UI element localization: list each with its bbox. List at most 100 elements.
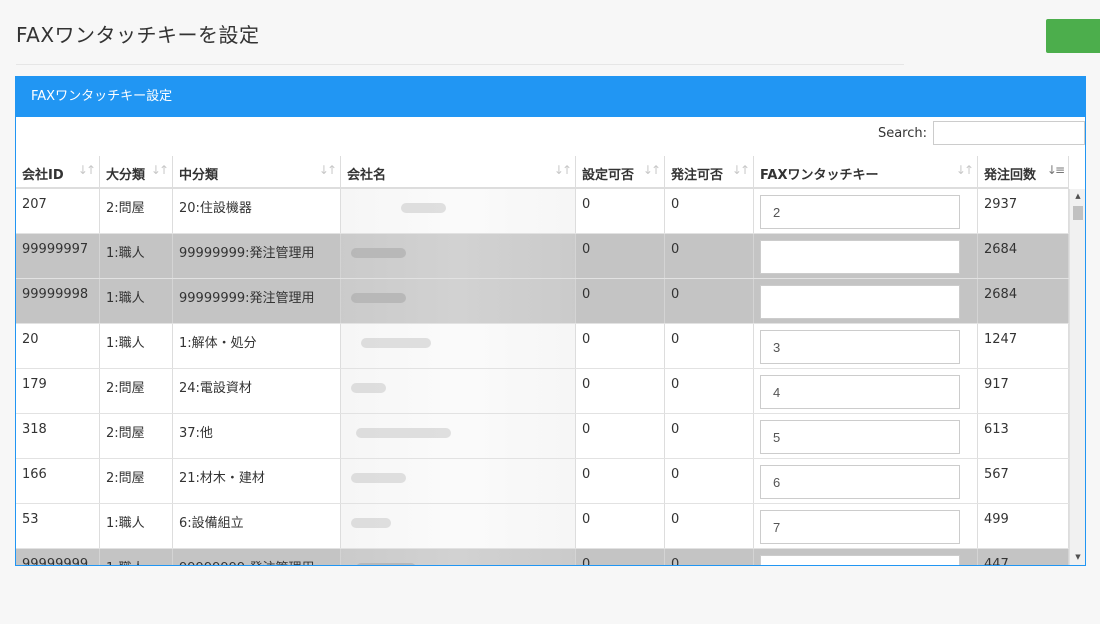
cell-middle-category: 99999999:発注管理用	[173, 549, 341, 565]
cell-company-name-redacted	[341, 414, 576, 458]
fax-key-input[interactable]	[760, 420, 960, 454]
column-header-fax-one-touch-key[interactable]: FAXワンタッチキー ↓↑	[754, 156, 978, 187]
panel-heading: FAXワンタッチキー設定	[16, 77, 1085, 117]
cell-company-id: 99999998	[16, 279, 100, 323]
search-label: Search:	[877, 125, 927, 141]
search-input[interactable]	[933, 121, 1085, 145]
cell-middle-category: 21:材木・建材	[173, 459, 341, 503]
cell-major-category: 2:問屋	[100, 414, 173, 458]
sort-both-icon: ↓↑	[318, 163, 337, 177]
cell-major-category: 2:問屋	[100, 189, 173, 233]
table-body: 207 2:問屋 20:住設機器 0 0 2937 99999997 1:職人 …	[16, 189, 1069, 565]
cell-order-count: 2937	[978, 189, 1069, 233]
sort-both-icon: ↓↑	[731, 163, 750, 177]
cell-middle-category: 24:電設資材	[173, 369, 341, 413]
sort-desc-icon: ↓≡	[1046, 163, 1065, 177]
cell-middle-category: 37:他	[173, 414, 341, 458]
cell-company-id: 207	[16, 189, 100, 233]
cell-company-id: 53	[16, 504, 100, 548]
cell-middle-category: 1:解体・処分	[173, 324, 341, 368]
cell-company-id: 20	[16, 324, 100, 368]
column-header-company-name[interactable]: 会社名 ↓↑	[341, 156, 576, 187]
column-header-major-category[interactable]: 大分類 ↓↑	[100, 156, 173, 187]
cell-fax-key	[754, 279, 978, 323]
cell-order-allowed: 0	[665, 279, 754, 323]
cell-order-count: 613	[978, 414, 1069, 458]
table-scrollbar[interactable]: ▲ ▼	[1069, 189, 1085, 565]
cell-fax-key	[754, 189, 978, 233]
cell-company-id: 318	[16, 414, 100, 458]
column-header-setting-allowed[interactable]: 設定可否 ↓↑	[576, 156, 665, 187]
green-action-button[interactable]	[1046, 19, 1100, 53]
cell-major-category: 1:職人	[100, 504, 173, 548]
cell-setting-allowed: 0	[576, 324, 665, 368]
column-header-label: 設定可否	[582, 168, 635, 183]
cell-middle-category: 99999999:発注管理用	[173, 234, 341, 278]
redaction-blur	[351, 293, 406, 303]
sort-both-icon: ↓↑	[642, 163, 661, 177]
table-row: 99999999 1:職人 99999999:発注管理用 0 0 447	[16, 549, 1069, 565]
redaction-blur	[351, 473, 406, 483]
cell-order-count: 1247	[978, 324, 1069, 368]
cell-company-name-redacted	[341, 549, 576, 565]
fax-key-input[interactable]	[760, 375, 960, 409]
cell-setting-allowed: 0	[576, 279, 665, 323]
cell-order-allowed: 0	[665, 504, 754, 548]
cell-company-name-redacted	[341, 234, 576, 278]
fax-key-input[interactable]	[760, 465, 960, 499]
cell-order-count: 499	[978, 504, 1069, 548]
fax-key-input[interactable]	[760, 240, 960, 274]
cell-major-category: 1:職人	[100, 324, 173, 368]
cell-fax-key	[754, 504, 978, 548]
page-title: FAXワンタッチキーを設定	[16, 23, 260, 47]
cell-order-count: 447	[978, 549, 1069, 565]
table-row: 20 1:職人 1:解体・処分 0 0 1247	[16, 324, 1069, 369]
cell-setting-allowed: 0	[576, 549, 665, 565]
fax-key-input[interactable]	[760, 285, 960, 319]
cell-setting-allowed: 0	[576, 459, 665, 503]
cell-middle-category: 20:住設機器	[173, 189, 341, 233]
cell-middle-category: 99999999:発注管理用	[173, 279, 341, 323]
column-header-order-count[interactable]: 発注回数 ↓≡	[978, 156, 1069, 187]
cell-company-id: 99999997	[16, 234, 100, 278]
cell-company-name-redacted	[341, 279, 576, 323]
cell-company-name-redacted	[341, 459, 576, 503]
table-row: 179 2:問屋 24:電設資材 0 0 917	[16, 369, 1069, 414]
scroll-down-arrow-icon[interactable]: ▼	[1070, 550, 1085, 565]
cell-major-category: 2:問屋	[100, 459, 173, 503]
table-row: 99999998 1:職人 99999999:発注管理用 0 0 2684	[16, 279, 1069, 324]
cell-major-category: 1:職人	[100, 279, 173, 323]
cell-order-count: 567	[978, 459, 1069, 503]
column-header-company-id[interactable]: 会社ID ↓↑	[16, 156, 100, 187]
cell-fax-key	[754, 234, 978, 278]
fax-key-input[interactable]	[760, 555, 960, 565]
redaction-blur	[356, 563, 416, 565]
cell-company-id: 179	[16, 369, 100, 413]
scrollbar-thumb[interactable]	[1073, 206, 1083, 220]
title-divider	[16, 64, 904, 65]
cell-order-allowed: 0	[665, 549, 754, 565]
column-header-label: 会社ID	[22, 168, 64, 183]
column-header-order-allowed[interactable]: 発注可否 ↓↑	[665, 156, 754, 187]
column-header-label: 中分類	[179, 168, 219, 183]
cell-major-category: 1:職人	[100, 549, 173, 565]
column-header-middle-category[interactable]: 中分類 ↓↑	[173, 156, 341, 187]
cell-fax-key	[754, 549, 978, 565]
redaction-blur	[351, 248, 406, 258]
table-row: 99999997 1:職人 99999999:発注管理用 0 0 2684	[16, 234, 1069, 279]
sort-both-icon: ↓↑	[150, 163, 169, 177]
fax-key-input[interactable]	[760, 510, 960, 544]
redaction-blur	[356, 428, 451, 438]
cell-company-name-redacted	[341, 324, 576, 368]
cell-setting-allowed: 0	[576, 414, 665, 458]
cell-major-category: 2:問屋	[100, 369, 173, 413]
sort-both-icon: ↓↑	[77, 163, 96, 177]
cell-setting-allowed: 0	[576, 369, 665, 413]
redaction-blur	[401, 203, 446, 213]
fax-key-input[interactable]	[760, 330, 960, 364]
column-header-label: 発注回数	[984, 168, 1037, 183]
table-header: 会社ID ↓↑ 大分類 ↓↑ 中分類 ↓↑ 会社名 ↓↑ 設定可否 ↓↑ 発注可…	[16, 156, 1069, 189]
redaction-blur	[351, 383, 386, 393]
scroll-up-arrow-icon[interactable]: ▲	[1070, 189, 1085, 204]
fax-key-input[interactable]	[760, 195, 960, 229]
